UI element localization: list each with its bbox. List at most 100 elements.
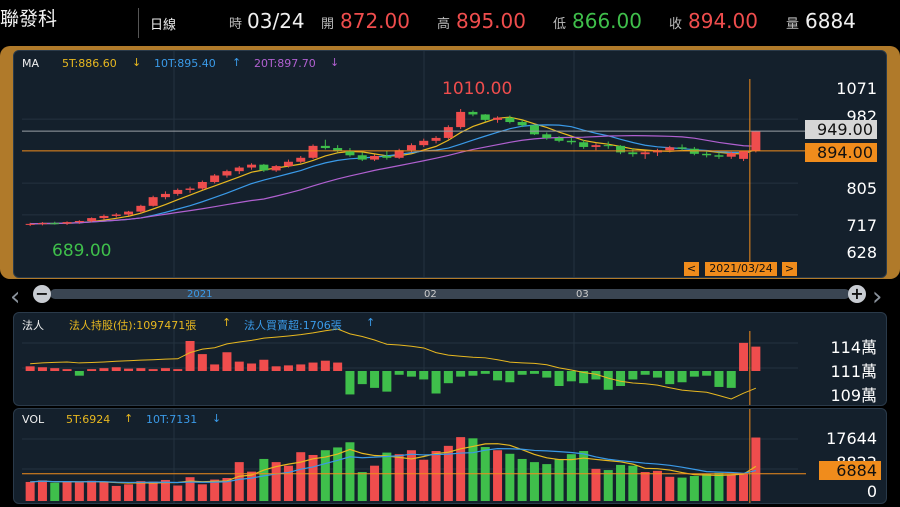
net-buy-bar	[739, 342, 749, 371]
ma20-arrow-icon: ↓	[330, 56, 340, 69]
volume-bar	[247, 471, 257, 501]
volume-bar	[296, 452, 306, 501]
candle-body	[406, 145, 416, 151]
candle-body	[37, 223, 47, 225]
volume-bar	[382, 452, 392, 501]
timeline-label: 03	[576, 289, 589, 300]
net-buy-bar	[751, 346, 761, 371]
close-label: 收	[669, 17, 683, 32]
period-selector[interactable]: 日線	[150, 14, 176, 33]
net-buy-bar	[456, 371, 466, 377]
volume-bar	[308, 454, 318, 501]
candle-body	[493, 117, 503, 120]
net-buy-bar	[726, 371, 736, 388]
candle-body	[714, 155, 724, 157]
volume-bar	[493, 450, 503, 501]
open-label: 開	[321, 17, 335, 32]
candle-body	[566, 140, 576, 143]
volume-bar	[628, 465, 638, 501]
vol-axis-tick: 17644	[826, 429, 877, 448]
candle-body	[87, 218, 97, 221]
institutional-label: 法人	[22, 319, 44, 332]
time-label: 時	[229, 17, 243, 32]
ma5-arrow-icon: ↓	[132, 56, 142, 69]
volume-bar	[136, 481, 146, 501]
timeline-track[interactable]	[50, 289, 850, 299]
ma10-arrow-icon: ↑	[232, 56, 242, 69]
candle-body	[197, 181, 207, 189]
volume-bar	[665, 476, 675, 501]
net-buy-bar	[529, 371, 539, 374]
candle-body	[296, 157, 306, 162]
net-buy-bar	[62, 369, 72, 371]
ma-label: MA	[22, 57, 40, 70]
volume-bar	[726, 474, 736, 501]
net-buy-bar	[702, 371, 712, 376]
price-axis-tick: 717	[846, 216, 877, 235]
candle-body	[456, 111, 466, 128]
candle-body	[517, 122, 527, 126]
candle-body	[579, 142, 589, 147]
candle-body	[357, 155, 367, 160]
net-buy-bar	[677, 371, 687, 383]
net-buy-bar	[148, 369, 158, 371]
net-buy-bar	[628, 371, 638, 380]
net-buy-bar	[517, 371, 527, 375]
timeline-label: 2021	[187, 289, 213, 300]
inst-axis-tick: 111萬	[830, 362, 877, 381]
candle-body	[505, 117, 515, 123]
candle-body	[160, 193, 170, 198]
volume-bar	[173, 485, 183, 501]
institutional-chart[interactable]: 法人 法人持股(估):1097471張 ↑ 法人買賣超:1706張 ↑ 114萬…	[13, 312, 887, 406]
net-buy-bar	[652, 371, 662, 378]
volume-bar	[50, 482, 60, 501]
net-buy-bar	[603, 371, 613, 390]
volume-bar	[99, 481, 109, 501]
volume-bar	[702, 473, 712, 501]
volume-chart[interactable]: VOL 5T:6924 ↑ 10T:7131 ↓ 17644 8822 6884…	[13, 408, 887, 504]
next-bar-button[interactable]: >	[782, 262, 797, 276]
high-value: 895.00	[456, 9, 526, 33]
candle-body	[468, 111, 478, 115]
volume-bar	[505, 453, 515, 501]
candle-body	[603, 145, 613, 147]
prev-bar-button[interactable]: <	[684, 262, 699, 276]
net-buy-bar	[259, 359, 269, 371]
volume-bar	[468, 438, 478, 501]
stock-name[interactable]: 聯發科	[0, 4, 57, 31]
net-buy-bar	[406, 371, 416, 377]
scroll-left-arrow-icon[interactable]: ‹	[10, 282, 20, 312]
holding-value: 法人持股(估):1097471張	[69, 319, 197, 332]
holding-arrow-icon: ↑	[222, 316, 232, 329]
time-value: 03/24	[247, 9, 305, 33]
net-buy-bar	[714, 371, 724, 387]
price-chart[interactable]: MA 5T:886.60 ↓ 10T:895.40 ↑ 20T:897.70 ↓…	[13, 50, 887, 278]
candle-body	[136, 205, 146, 212]
candle-body	[271, 166, 281, 171]
net-buy-bar	[185, 341, 195, 371]
candle-body	[665, 147, 675, 151]
low-label: 低	[553, 17, 567, 32]
timeline-scrubber[interactable]: − + 2021 02 03	[30, 285, 870, 303]
net-buy-bar	[210, 364, 220, 371]
quote-header: 聯發科 日線 時 03/24 開 872.00 高 895.00 低 866.0…	[0, 0, 900, 46]
net-buy-bar	[689, 371, 699, 377]
candle-body	[370, 155, 380, 160]
net-buy-bar	[308, 362, 318, 371]
volume-bar	[652, 470, 662, 501]
net-buy-bar	[173, 369, 183, 371]
inst-axis-tick: 109萬	[830, 386, 877, 405]
candle-body	[751, 131, 761, 151]
volume-bar	[677, 477, 687, 501]
volume-bar	[456, 437, 466, 501]
zoom-in-button[interactable]: +	[848, 285, 866, 303]
volume-bar	[751, 437, 761, 501]
zoom-out-button[interactable]: −	[33, 285, 51, 303]
candle-body	[308, 145, 318, 158]
candle-body	[640, 152, 650, 155]
scroll-right-arrow-icon[interactable]: ›	[872, 282, 882, 312]
candle-body	[702, 153, 712, 156]
volume-bar	[111, 485, 121, 501]
candle-body	[50, 223, 60, 225]
volume-bar	[234, 462, 244, 501]
